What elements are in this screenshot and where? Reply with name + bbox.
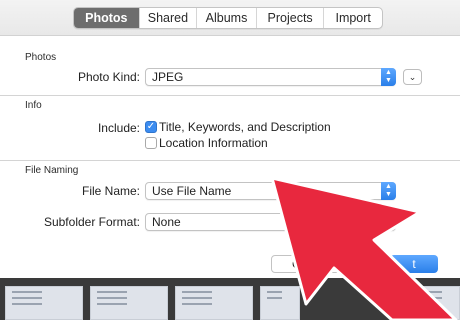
cancel-button[interactable]: Canc — [271, 255, 341, 273]
subfolder-format-popup[interactable]: None — [145, 213, 396, 231]
library-thumbnail — [420, 286, 460, 320]
file-name-label: File Name: — [81, 184, 140, 198]
photo-kind-value: JPEG — [152, 70, 184, 84]
divider — [0, 160, 460, 161]
subfolder-format-value: None — [152, 215, 181, 229]
photo-kind-popup[interactable]: JPEG ▲ ▼ — [145, 68, 396, 86]
tab-segmented-control: Photos Shared Albums Projects Import — [73, 7, 383, 29]
up-down-chevron-icon: ▲ ▼ — [381, 68, 396, 86]
toolbar: Photos Shared Albums Projects Import — [0, 0, 460, 36]
library-thumbnail — [90, 286, 168, 320]
subfolder-format-label: Subfolder Format: — [43, 215, 140, 229]
tab-photos[interactable]: Photos — [74, 8, 140, 28]
tab-import[interactable]: Import — [324, 8, 382, 28]
file-name-value: Use File Name — [152, 184, 232, 198]
location-info-label: Location Information — [159, 136, 268, 150]
tab-albums[interactable]: Albums — [197, 8, 257, 28]
section-title-file-naming: File Naming — [25, 165, 79, 176]
tab-shared[interactable]: Shared — [140, 8, 198, 28]
chevron-down-icon[interactable]: ⌄ — [403, 69, 422, 85]
include-label: Include: — [97, 121, 140, 135]
check-icon: ✓ — [146, 121, 156, 132]
title-keywords-checkbox[interactable]: ✓ — [145, 121, 157, 133]
up-down-chevron-icon: ▲ ▼ — [381, 182, 396, 200]
location-info-checkbox[interactable] — [145, 137, 157, 149]
export-button[interactable]: t — [390, 255, 438, 273]
section-title-info: Info — [25, 100, 42, 111]
section-title-photos: Photos — [25, 52, 57, 63]
file-name-popup[interactable]: Use File Name ▲ ▼ — [145, 182, 396, 200]
library-thumbnail — [175, 286, 253, 320]
divider — [0, 95, 460, 96]
tab-projects[interactable]: Projects — [257, 8, 325, 28]
title-keywords-label: Title, Keywords, and Description — [159, 120, 331, 134]
library-thumbnail — [260, 286, 300, 320]
library-thumbnail — [5, 286, 83, 320]
photo-kind-label: Photo Kind: — [77, 70, 140, 84]
